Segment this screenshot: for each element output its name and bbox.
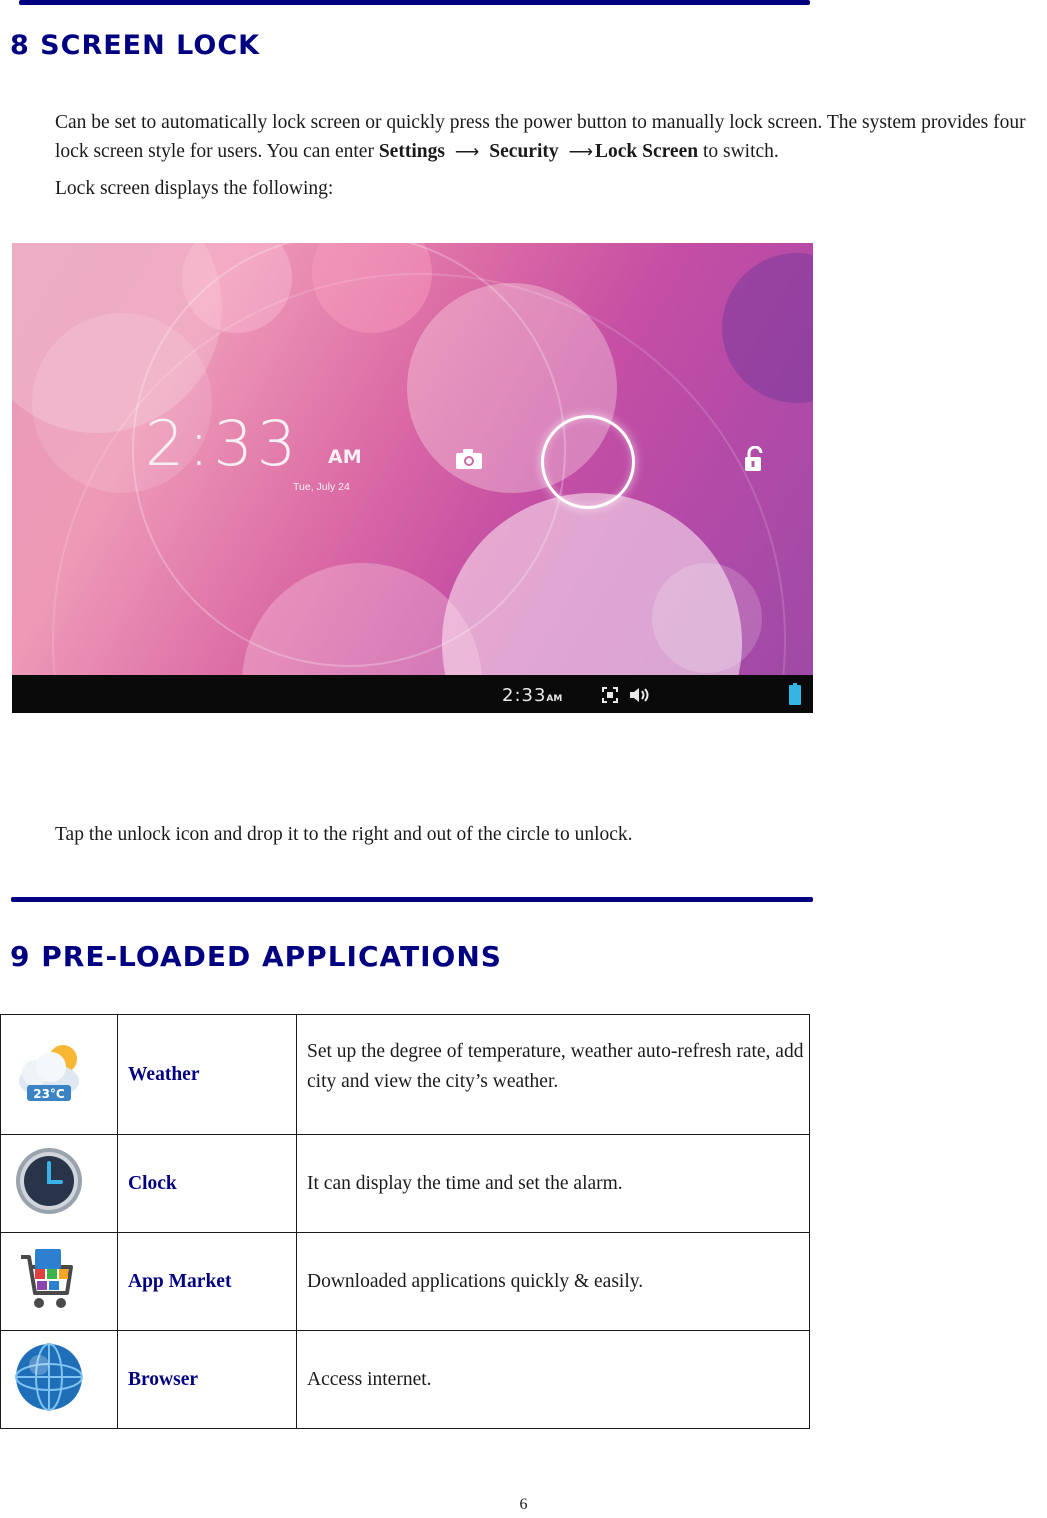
unlock-icon[interactable] — [743, 446, 767, 472]
decor-bubble — [722, 253, 813, 403]
app-name-weather: Weather — [117, 1014, 297, 1135]
icon-cell — [0, 1134, 118, 1233]
intro-text-end: to switch. — [698, 141, 779, 162]
path-lock-screen: Lock Screen — [595, 141, 699, 162]
app-description: It can display the time and set the alar… — [296, 1134, 810, 1233]
status-bar: 2:33AM — [12, 675, 813, 713]
section-rule-top — [19, 0, 810, 5]
section-8-intro: Can be set to automatically lock screen … — [55, 108, 1045, 166]
table-row: Browser Access internet. — [0, 1330, 810, 1429]
arrow-icon: ⟶ — [454, 142, 480, 161]
apps-table: 23°C Weather Set up the degree of temper… — [0, 1014, 810, 1429]
app-description: Set up the degree of temperature, weathe… — [296, 1014, 810, 1135]
path-settings: Settings — [378, 141, 445, 162]
clock-icon — [16, 1148, 82, 1214]
lock-time: 2:33 — [145, 407, 301, 480]
section-8-title: 8 SCREEN LOCK — [10, 30, 261, 61]
table-row: 23°C Weather Set up the degree of temper… — [0, 1014, 810, 1135]
lock-ampm: AM — [328, 446, 362, 468]
arrow-icon: ⟶ — [568, 142, 593, 161]
section-rule — [11, 897, 813, 902]
screenshot-icon[interactable] — [602, 687, 618, 703]
status-time: 2:33AM — [502, 685, 563, 706]
battery-icon — [789, 683, 801, 705]
unlock-caption: Tap the unlock icon and drop it to the r… — [55, 824, 633, 845]
app-name-clock: Clock — [117, 1134, 297, 1233]
page-number: 6 — [519, 1496, 528, 1513]
app-market-icon — [21, 1249, 73, 1308]
table-row: App Market Downloaded applications quick… — [0, 1232, 810, 1331]
browser-icon — [15, 1343, 83, 1411]
unlock-ring[interactable] — [541, 415, 635, 509]
icon-cell — [0, 1232, 118, 1331]
lock-screen-image: 2:33 AM Tue, July 24 2:33AM — [12, 243, 813, 713]
app-description: Downloaded applications quickly & easily… — [296, 1232, 810, 1331]
app-name-browser: Browser — [117, 1330, 297, 1429]
section-8-lead: Lock screen displays the following: — [55, 178, 334, 199]
path-security: Security — [489, 141, 559, 162]
app-name-app-market: App Market — [117, 1232, 297, 1331]
section-9-title: 9 PRE-LOADED APPLICATIONS — [10, 940, 502, 973]
icon-cell — [0, 1330, 118, 1429]
volume-icon[interactable] — [629, 686, 651, 704]
lock-date: Tue, July 24 — [293, 481, 350, 493]
app-description: Access internet. — [296, 1330, 810, 1429]
weather-icon-text: 23°C — [33, 1087, 65, 1101]
table-row: Clock It can display the time and set th… — [0, 1134, 810, 1233]
weather-icon: 23°C — [19, 1045, 79, 1101]
icon-cell: 23°C — [0, 1014, 118, 1135]
camera-icon[interactable] — [455, 448, 483, 470]
